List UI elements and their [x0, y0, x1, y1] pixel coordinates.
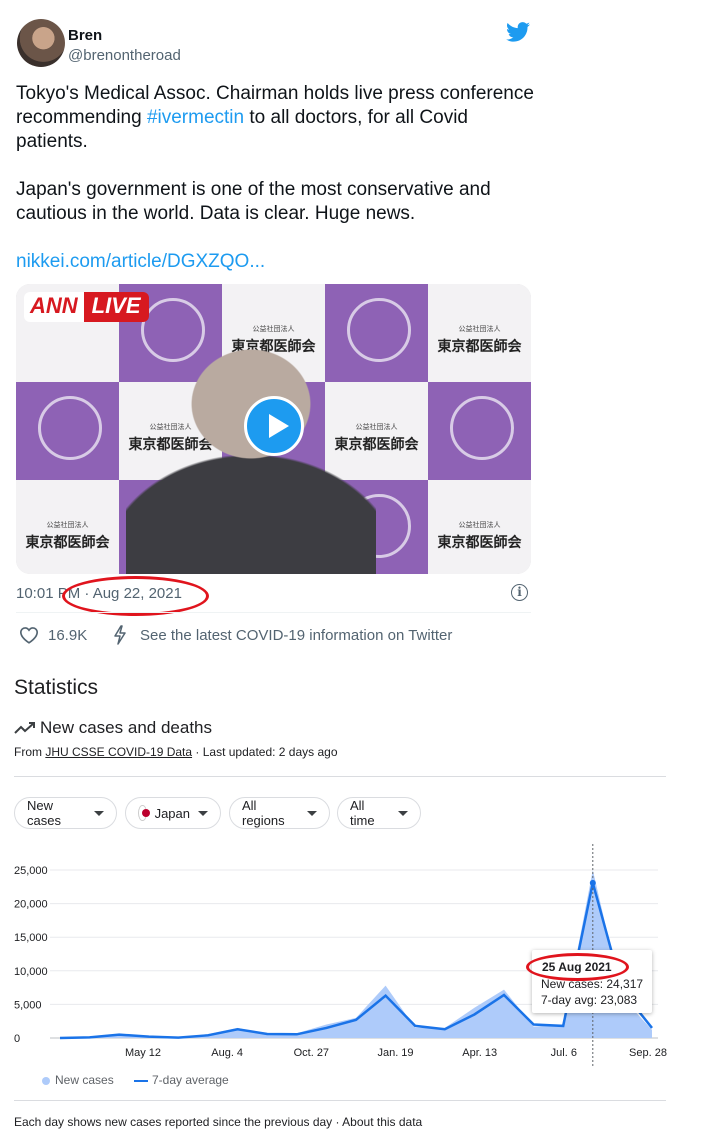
highlight-ellipse: [62, 576, 209, 616]
banner-text: 公益社団法人東京都医師会: [25, 521, 110, 551]
y-tick-label: 25,000: [14, 865, 48, 877]
play-button[interactable]: [244, 396, 304, 456]
legend-cases-swatch: [42, 1077, 50, 1085]
data-source: From JHU CSSE COVID-19 Data · Last updat…: [14, 745, 338, 759]
legend-average-swatch: [134, 1080, 148, 1082]
hover-point: [589, 879, 596, 886]
trending-icon: [14, 722, 35, 734]
divider: [14, 776, 666, 777]
x-tick-label: Oct. 27: [294, 1047, 329, 1059]
divider: [14, 1100, 666, 1101]
country-dropdown[interactable]: Japan: [125, 797, 221, 829]
y-tick-label: 10,000: [14, 966, 48, 978]
twitter-bird-icon[interactable]: [506, 22, 530, 42]
backdrop-tile: 公益社団法人東京都医師会: [428, 480, 531, 574]
backdrop-tile: [428, 382, 531, 480]
metric-dropdown[interactable]: New cases: [14, 797, 117, 829]
caret-down-icon: [94, 810, 104, 816]
y-tick-label: 15,000: [14, 932, 48, 944]
divider: [16, 612, 531, 613]
x-tick-label: May 12: [125, 1047, 161, 1059]
metric-dropdown-label: New cases: [27, 798, 61, 828]
source-link[interactable]: JHU CSSE COVID-19 Data: [45, 745, 192, 759]
region-dropdown[interactable]: All regions: [229, 797, 330, 829]
x-tick-label: Jan. 19: [377, 1047, 413, 1059]
banner-text: 公益社団法人東京都医師会: [437, 521, 522, 551]
japan-flag-icon: [138, 805, 150, 821]
backdrop-tile: [16, 382, 119, 480]
ann-logo: ANN: [24, 292, 84, 322]
caret-down-icon: [307, 810, 317, 816]
y-tick-label: 5,000: [14, 999, 42, 1011]
ann-live-badge: ANN LIVE: [24, 292, 149, 322]
speaker-figure: [126, 344, 376, 574]
covid-info-link[interactable]: See the latest COVID-19 information on T…: [140, 627, 452, 644]
section-title: New cases and deaths: [40, 718, 212, 737]
x-tick-label: Apr. 13: [462, 1047, 497, 1059]
tma-emblem: [450, 396, 514, 460]
video-player[interactable]: 公益社団法人東京都医師会 公益社団法人東京都医師会 公益社団法人東京都医師会 公…: [16, 284, 531, 574]
tweet-paragraph: Japan's government is one of the most co…: [16, 179, 491, 224]
tweet-author-name[interactable]: Bren: [68, 27, 102, 44]
tooltip-new-cases: New cases: 24,317: [541, 977, 644, 991]
tma-emblem: [38, 396, 102, 460]
banner-text: 公益社団法人東京都医師会: [437, 325, 522, 355]
hashtag-link[interactable]: #ivermectin: [147, 107, 244, 128]
range-dropdown[interactable]: All time: [337, 797, 421, 829]
chart-footnote: Each day shows new cases reported since …: [14, 1115, 423, 1129]
x-tick-label: Aug. 4: [211, 1047, 243, 1059]
tooltip-average: 7-day avg: 23,083: [541, 993, 638, 1007]
heart-icon[interactable]: [19, 626, 39, 644]
x-tick-label: Sep. 28: [629, 1047, 667, 1059]
statistics-heading: Statistics: [14, 676, 99, 699]
legend-average-label: 7-day average: [152, 1073, 229, 1087]
live-label: LIVE: [83, 292, 149, 322]
caret-down-icon: [398, 810, 408, 816]
y-tick-label: 0: [14, 1033, 20, 1045]
avatar[interactable]: [17, 19, 65, 67]
x-tick-label: Jul. 6: [551, 1047, 577, 1059]
tweet-text: Tokyo's Medical Assoc. Chairman holds li…: [16, 82, 536, 298]
backdrop-tile: 公益社団法人東京都医師会: [16, 480, 119, 574]
legend-cases-label: New cases: [55, 1073, 114, 1087]
lightning-icon: [114, 625, 126, 645]
info-icon[interactable]: i: [511, 584, 528, 601]
article-link[interactable]: nikkei.com/article/DGXZQO...: [16, 251, 265, 272]
caret-down-icon: [198, 810, 208, 816]
y-tick-label: 20,000: [14, 899, 48, 911]
tweet-author-handle[interactable]: @brenontheroad: [68, 47, 181, 64]
backdrop-tile: 公益社団法人東京都医師会: [428, 284, 531, 382]
like-count[interactable]: 16.9K: [48, 627, 87, 644]
country-dropdown-label: Japan: [154, 805, 190, 821]
range-dropdown-label: All time: [350, 798, 375, 828]
region-dropdown-label: All regions: [242, 798, 285, 828]
